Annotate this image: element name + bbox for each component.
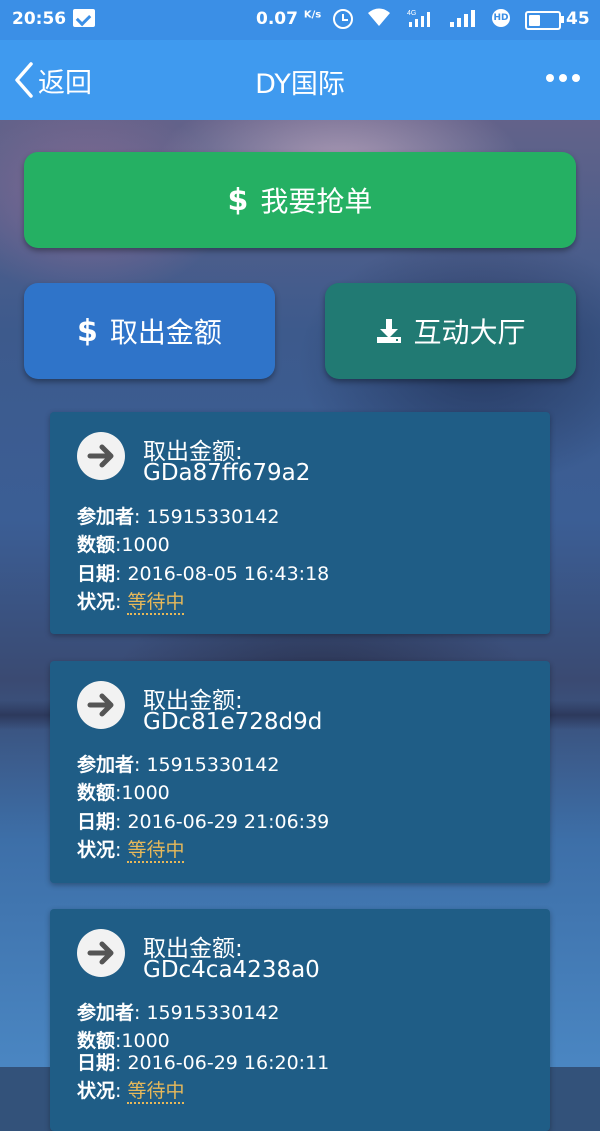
wifi-icon	[368, 8, 390, 26]
record-date: 日期: 2016-06-29 16:20:11	[77, 1048, 329, 1075]
signal-icon	[449, 8, 479, 33]
interactive-hall-label: 互动大厅	[413, 316, 526, 349]
participant-label: 参加者	[77, 506, 135, 528]
signal-4g-icon: 4G	[407, 8, 435, 33]
dollar-icon: $	[227, 182, 249, 218]
arrow-right-circle-icon	[77, 681, 125, 729]
record-participant: 参加者: 15915330142	[77, 750, 279, 777]
withdraw-label: 取出金额	[109, 316, 222, 349]
network-speed-value: 0.07	[256, 9, 298, 29]
date-value: : 2016-06-29 21:06:39	[115, 811, 330, 833]
record-status: 状况: 等待中	[77, 835, 185, 863]
grab-order-button[interactable]: $ 我要抢单	[24, 152, 576, 248]
amount-value: :1000	[115, 534, 170, 556]
more-dot-icon	[559, 74, 567, 82]
status-separator: :	[115, 839, 128, 861]
arrow-right-circle-icon	[77, 432, 125, 480]
withdraw-button[interactable]: $ 取出金额	[24, 283, 275, 379]
date-label: 日期	[77, 563, 116, 585]
battery-tip	[561, 16, 564, 23]
participant-label: 参加者	[77, 1002, 135, 1024]
status-separator: :	[115, 591, 128, 613]
record-date: 日期: 2016-08-05 16:43:18	[77, 559, 329, 586]
participant-value: : 15915330142	[134, 1002, 280, 1024]
date-label: 日期	[77, 1052, 116, 1074]
battery-icon	[525, 11, 561, 30]
record-card: 取出金额: GDc4ca4238a0 参加者: 15915330142 数额:1…	[50, 909, 550, 1131]
nav-bar: 返回 DY国际	[0, 40, 600, 120]
participant-value: : 15915330142	[134, 506, 280, 528]
battery-percent: 45	[566, 9, 590, 29]
record-amount: 数额:1000	[77, 530, 170, 557]
battery-level	[529, 15, 540, 26]
status-label: 状况	[77, 839, 116, 861]
amount-label: 数额	[77, 534, 116, 556]
record-id: GDa87ff679a2	[143, 460, 311, 486]
amount-label: 数额	[77, 782, 116, 804]
record-status: 状况: 等待中	[77, 1076, 185, 1104]
record-id: GDc4ca4238a0	[143, 957, 320, 983]
record-status: 状况: 等待中	[77, 587, 185, 615]
more-menu-button[interactable]	[546, 74, 580, 82]
more-dot-icon	[572, 74, 580, 82]
status-label: 状况	[77, 591, 116, 613]
record-amount: 数额:1000	[77, 778, 170, 805]
status-label: 状况	[77, 1080, 116, 1102]
date-label: 日期	[77, 811, 116, 833]
status-bar: 20:56 0.07 K/s 4G HD 45	[0, 0, 600, 40]
dollar-icon: $	[77, 313, 98, 349]
record-card: 取出金额: GDa87ff679a2 参加者: 15915330142 数额:1…	[50, 412, 550, 634]
network-speed-unit: K/s	[303, 9, 322, 21]
date-value: : 2016-06-29 16:20:11	[115, 1052, 330, 1074]
amount-value: :1000	[115, 782, 170, 804]
record-participant: 参加者: 15915330142	[77, 502, 279, 529]
status-value[interactable]: 等待中	[127, 591, 185, 615]
date-value: : 2016-08-05 16:43:18	[115, 563, 330, 585]
grab-order-label: 我要抢单	[260, 185, 373, 218]
record-date: 日期: 2016-06-29 21:06:39	[77, 807, 329, 834]
record-id: GDc81e728d9d	[143, 709, 323, 735]
status-separator: :	[115, 1080, 128, 1102]
status-value[interactable]: 等待中	[127, 1080, 185, 1104]
page-title: DY国际	[255, 69, 345, 100]
arrow-right-circle-icon	[77, 929, 125, 977]
interactive-hall-button[interactable]: 互动大厅	[325, 283, 576, 379]
network-speed: 0.07 K/s	[256, 9, 321, 29]
alarm-icon	[333, 9, 353, 29]
gallery-icon	[73, 9, 95, 27]
hd-icon: HD	[492, 9, 510, 27]
status-time: 20:56	[12, 9, 67, 29]
more-dot-icon	[546, 74, 554, 82]
participant-label: 参加者	[77, 754, 135, 776]
record-participant: 参加者: 15915330142	[77, 998, 279, 1025]
record-card: 取出金额: GDc81e728d9d 参加者: 15915330142 数额:1…	[50, 661, 550, 883]
signal-4g-label: 4G	[407, 10, 416, 17]
download-icon	[377, 319, 402, 343]
status-value[interactable]: 等待中	[127, 839, 185, 863]
participant-value: : 15915330142	[134, 754, 280, 776]
